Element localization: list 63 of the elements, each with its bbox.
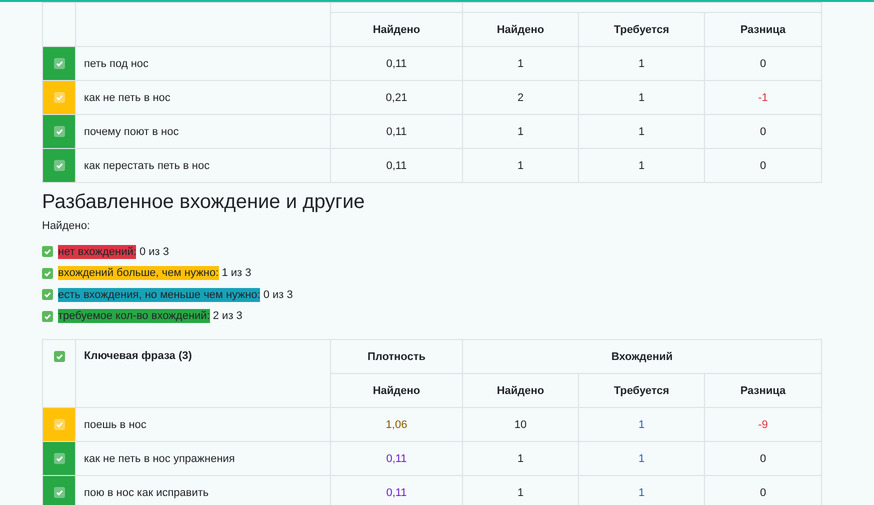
checkbox[interactable]	[54, 160, 64, 172]
value-cell: 0,11	[330, 442, 462, 476]
column-header: Разница	[704, 374, 822, 408]
column-header: Найдено	[462, 12, 578, 46]
legend-count: 0 из 3	[263, 288, 293, 301]
value-cell: 1,06	[330, 408, 462, 442]
value-cell: 0,11	[330, 114, 462, 148]
value-cell: 0	[704, 442, 822, 476]
column-header: Найдено	[330, 12, 462, 46]
value-cell: 1	[462, 148, 578, 182]
value-cell: 1	[578, 408, 704, 442]
phrase-cell: как не петь в нос	[76, 80, 330, 114]
value-cell: 0,11	[330, 148, 462, 182]
legend-count: 2 из 3	[212, 310, 242, 322]
value-cell: 1	[462, 442, 578, 476]
phrase-cell: как не петь в нос упражнения	[76, 442, 330, 476]
checkbox[interactable]	[42, 289, 53, 300]
checkbox[interactable]	[42, 268, 53, 279]
column-header: Найдено	[462, 374, 578, 408]
legend-label: требуемое кол-во вхождений:	[58, 309, 210, 324]
value-cell: 2	[462, 80, 578, 114]
checkbox[interactable]	[54, 487, 64, 498]
value-cell: 0,11	[330, 46, 462, 80]
legend-label: есть вхождения, но меньше чем нужно:	[58, 288, 260, 302]
value-cell: 10	[462, 408, 578, 442]
value-cell: 1	[462, 46, 578, 80]
column-header: Разница	[704, 12, 822, 46]
column-header: Вхождений	[462, 340, 822, 374]
value-cell: 0,21	[330, 80, 462, 114]
value-cell: 1	[578, 114, 704, 148]
value-cell: 1	[578, 148, 704, 182]
value-cell: 1	[578, 46, 704, 80]
value-cell: 0	[704, 148, 822, 182]
legend-label: вхождений больше, чем нужно:	[58, 266, 219, 280]
legend-count: 0 из 3	[139, 246, 169, 258]
column-header: Требуется	[578, 374, 704, 408]
phrase-cell: поешь в нос	[76, 408, 330, 442]
phrase-cell: почему поют в нос	[76, 114, 330, 148]
checkbox[interactable]	[54, 92, 64, 104]
column-header: Ключевая фраза (3)	[76, 340, 330, 408]
checkbox[interactable]	[42, 246, 53, 258]
section-title: Разбавленное вхождение и другие	[42, 191, 366, 214]
column-header: Плотность	[330, 340, 462, 374]
legend-label: нет вхождений:	[58, 244, 136, 259]
column-header: Требуется	[578, 12, 704, 46]
value-cell: -9	[704, 408, 822, 442]
value-cell: 1	[578, 442, 704, 476]
checkbox[interactable]	[54, 350, 64, 362]
value-cell: 1	[578, 80, 704, 114]
value-cell: 1	[462, 114, 578, 148]
checkbox[interactable]	[54, 58, 64, 70]
checkbox[interactable]	[42, 310, 53, 322]
value-cell: 0	[704, 114, 822, 148]
found-label: Найдено:	[42, 220, 91, 232]
value-cell: 0	[704, 46, 822, 80]
checkbox[interactable]	[54, 453, 64, 464]
legend-count: 1 из 3	[222, 267, 252, 280]
value-cell: -1	[704, 80, 822, 114]
checkbox[interactable]	[54, 419, 64, 430]
phrase-cell: петь под нос	[76, 46, 330, 80]
phrase-cell: как перестать петь в нос	[76, 148, 330, 182]
column-header: Найдено	[330, 374, 462, 408]
checkbox[interactable]	[54, 126, 64, 138]
